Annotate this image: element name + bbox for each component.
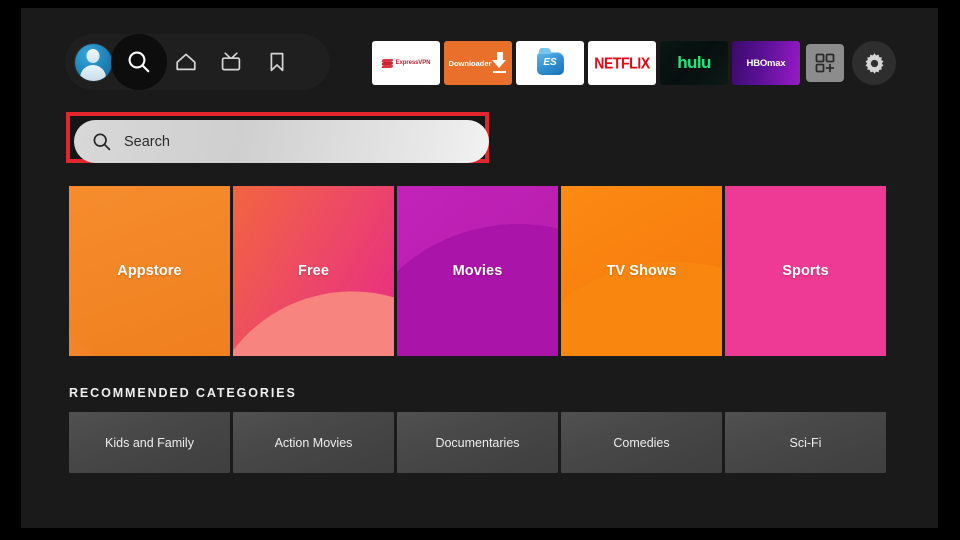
- rec-tile-documentaries[interactable]: Documentaries: [397, 412, 558, 473]
- app-tile-expressvpn[interactable]: ExpressVPN: [372, 41, 440, 85]
- rec-tile-kids-and-family[interactable]: Kids and Family: [69, 412, 230, 473]
- app-tile-label: hulu: [677, 53, 711, 72]
- rec-tile-sci-fi[interactable]: Sci-Fi: [725, 412, 886, 473]
- tile-tv-shows[interactable]: TV Shows: [561, 186, 722, 356]
- tile-blob: [233, 274, 394, 356]
- tile-sports[interactable]: Sports: [725, 186, 886, 356]
- app-tile-label: HBOmax: [746, 57, 786, 69]
- app-tile-hulu[interactable]: hulu: [660, 41, 728, 85]
- search-highlight-box: Search: [66, 112, 489, 163]
- download-arrow-icon: [492, 52, 507, 74]
- rec-tile-label: Documentaries: [435, 435, 520, 450]
- nav-item-bookmark[interactable]: [249, 34, 305, 90]
- expressvpn-logo-icon: [381, 58, 394, 68]
- home-icon: [176, 53, 196, 71]
- apps-grid-icon: [815, 53, 835, 73]
- search-placeholder-text: Search: [124, 133, 170, 150]
- apps-grid-button[interactable]: [806, 44, 844, 82]
- rec-tile-label: Sci-Fi: [789, 435, 822, 450]
- es-folder-icon: [536, 48, 564, 75]
- tile-movies[interactable]: Movies: [397, 186, 558, 356]
- rec-tile-label: Action Movies: [274, 435, 353, 450]
- gear-icon: [865, 52, 883, 74]
- app-tile-label: NETFLIX: [594, 54, 650, 72]
- tile-label: Sports: [782, 263, 829, 279]
- rec-tile-action-movies[interactable]: Action Movies: [233, 412, 394, 473]
- category-tile-row: Appstore Free Movies TV Shows Sports: [69, 186, 886, 356]
- profile-avatar-icon: [74, 43, 112, 81]
- rec-tile-comedies[interactable]: Comedies: [561, 412, 722, 473]
- search-icon: [93, 133, 111, 150]
- top-navigation-bar: ExpressVPN Downloader NETFLIX hulu: [21, 8, 938, 108]
- search-input[interactable]: Search: [74, 120, 489, 163]
- app-shortcut-strip: ExpressVPN Downloader NETFLIX hulu: [372, 41, 896, 85]
- app-tile-netflix[interactable]: NETFLIX: [588, 41, 656, 85]
- settings-button[interactable]: [852, 41, 896, 85]
- app-tile-hbomax[interactable]: HBOmax: [732, 41, 800, 85]
- app-tile-label: ExpressVPN: [395, 60, 431, 66]
- app-tile-label: Downloader: [448, 58, 492, 68]
- tile-appstore[interactable]: Appstore: [69, 186, 230, 356]
- live-tv-icon: [221, 52, 241, 71]
- tile-blob: [397, 224, 558, 356]
- bookmark-icon: [270, 52, 284, 72]
- fire-tv-home-screen: ExpressVPN Downloader NETFLIX hulu: [0, 0, 960, 540]
- tile-label: TV Shows: [606, 263, 677, 279]
- avatar-head: [86, 48, 100, 63]
- rec-tile-label: Comedies: [613, 435, 670, 450]
- tile-label: Free: [297, 263, 330, 279]
- tile-label: Appstore: [117, 263, 182, 279]
- app-tile-downloader[interactable]: Downloader: [444, 41, 512, 85]
- recommended-categories-heading: RECOMMENDED CATEGORIES: [69, 386, 297, 400]
- content-plate: ExpressVPN Downloader NETFLIX hulu: [21, 8, 938, 528]
- search-icon: [128, 51, 150, 73]
- app-tile-es-file-explorer[interactable]: [516, 41, 584, 85]
- tile-label: Movies: [452, 263, 503, 279]
- tile-free[interactable]: Free: [233, 186, 394, 356]
- recommended-categories-row: Kids and Family Action Movies Documentar…: [69, 412, 886, 473]
- avatar-body: [80, 64, 106, 81]
- rec-tile-label: Kids and Family: [105, 435, 194, 450]
